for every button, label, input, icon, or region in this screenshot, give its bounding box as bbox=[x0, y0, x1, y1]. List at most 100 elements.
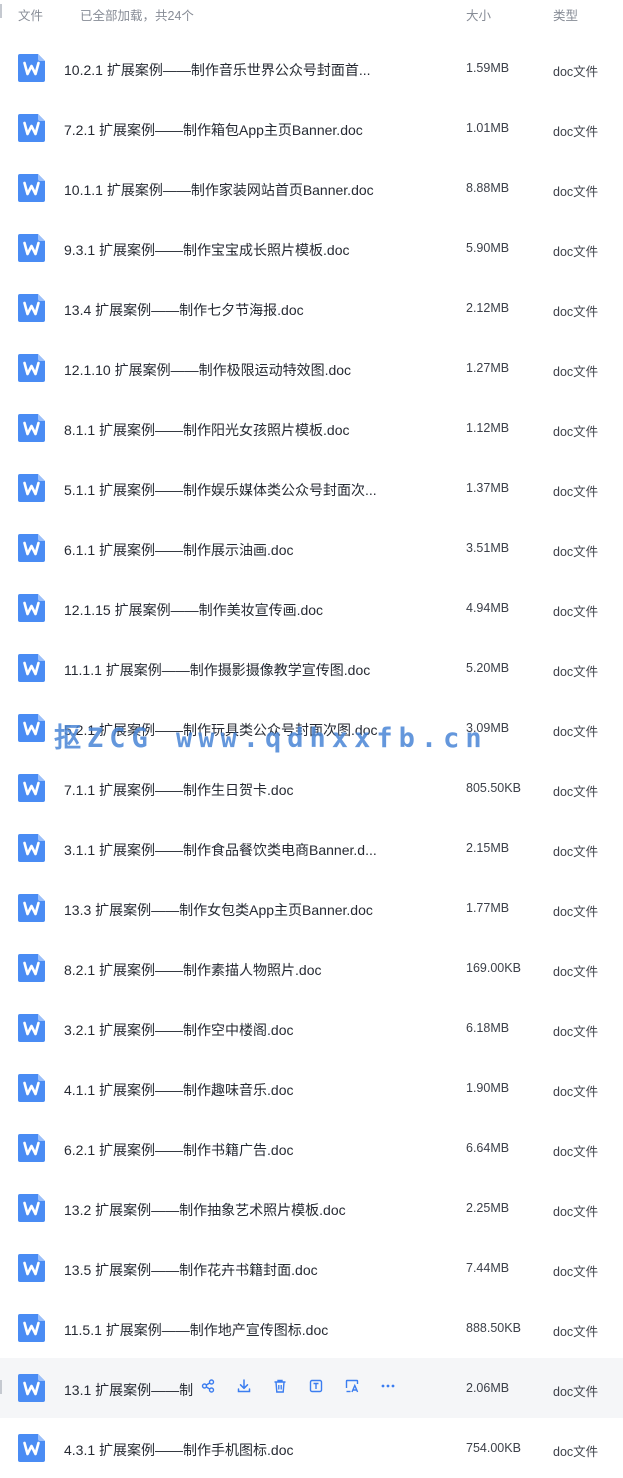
file-size: 1.77MB bbox=[466, 901, 510, 915]
file-row[interactable]: 3.1.1 扩展案例——制作食品餐饮类电商Banner.d... 2.15MB do… bbox=[0, 818, 623, 878]
file-name[interactable]: 9.3.1 扩展案例——制作宝宝成长照片模板.doc bbox=[64, 240, 350, 260]
file-size: 888.50KB bbox=[466, 1321, 521, 1335]
file-name[interactable]: 8.2.1 扩展案例——制作素描人物照片.doc bbox=[64, 960, 322, 980]
file-size: 3.51MB bbox=[466, 541, 510, 555]
file-size: 6.64MB bbox=[466, 1141, 510, 1155]
file-type: doc文件 bbox=[553, 1445, 599, 1459]
file-name[interactable]: 5.1.1 扩展案例——制作娱乐媒体类公众号封面次... bbox=[64, 480, 377, 500]
file-row[interactable]: 8.1.1 扩展案例——制作阳光女孩照片模板.doc 1.12MB doc文件 bbox=[0, 398, 623, 458]
word-document-icon bbox=[18, 1134, 45, 1162]
more-icon[interactable] bbox=[380, 1378, 396, 1394]
file-list-header: 文件 已全部加载，共24个 大小 类型 bbox=[0, 0, 623, 26]
column-header-type[interactable]: 类型 bbox=[553, 5, 578, 24]
file-name[interactable]: 13.5 扩展案例——制作花卉书籍封面.doc bbox=[64, 1260, 318, 1280]
file-row[interactable]: 13.4 扩展案例——制作七夕节海报.doc 2.12MB doc文件 bbox=[0, 278, 623, 338]
word-document-icon bbox=[18, 714, 45, 742]
share-icon[interactable] bbox=[200, 1378, 216, 1394]
file-name[interactable]: 8.1.1 扩展案例——制作阳光女孩照片模板.doc bbox=[64, 420, 350, 440]
file-row[interactable]: 10.1.1 扩展案例——制作家装网站首页Banner.doc 8.88MB doc… bbox=[0, 158, 623, 218]
file-type: doc文件 bbox=[553, 1085, 599, 1099]
column-header-size[interactable]: 大小 bbox=[466, 5, 491, 24]
word-document-icon bbox=[18, 654, 45, 682]
file-row[interactable]: 6.1.1 扩展案例——制作展示油画.doc 3.51MB doc文件 bbox=[0, 518, 623, 578]
file-size: 805.50KB bbox=[466, 781, 521, 795]
word-document-icon bbox=[18, 294, 45, 322]
file-name[interactable]: 4.1.1 扩展案例——制作趣味音乐.doc bbox=[64, 1080, 294, 1100]
file-row[interactable]: 11.1.1 扩展案例——制作摄影摄像教学宣传图.doc 5.20MB doc文件 bbox=[0, 638, 623, 698]
file-type: doc文件 bbox=[553, 605, 599, 619]
file-name[interactable]: 13.1 扩展案例——制 bbox=[64, 1380, 193, 1400]
file-type: doc文件 bbox=[553, 1385, 599, 1399]
file-size: 5.20MB bbox=[466, 661, 510, 675]
file-row[interactable]: 6.2.1 扩展案例——制作书籍广告.doc 6.64MB doc文件 bbox=[0, 1118, 623, 1178]
file-name[interactable]: 7.1.1 扩展案例——制作生日贺卡.doc bbox=[64, 780, 294, 800]
file-type: doc文件 bbox=[553, 725, 599, 739]
file-name[interactable]: 13.3 扩展案例——制作女包类App主页Banner.doc bbox=[64, 900, 373, 920]
file-name[interactable]: 11.5.1 扩展案例——制作地产宣传图标.doc bbox=[64, 1320, 328, 1340]
file-row[interactable]: 12.1.10 扩展案例——制作极限运动特效图.doc 1.27MB doc文件 bbox=[0, 338, 623, 398]
word-document-icon bbox=[18, 414, 45, 442]
file-name[interactable]: 12.1.15 扩展案例——制作美妆宣传画.doc bbox=[64, 600, 323, 620]
file-row[interactable]: 12.1.15 扩展案例——制作美妆宣传画.doc 4.94MB doc文件 bbox=[0, 578, 623, 638]
file-type: doc文件 bbox=[553, 245, 599, 259]
word-document-icon bbox=[18, 594, 45, 622]
text-extract-icon[interactable] bbox=[308, 1378, 324, 1394]
file-row[interactable]: 10.2.1 扩展案例——制作音乐世界公众号封面首... 1.59MB doc文件 bbox=[0, 38, 623, 98]
file-size: 169.00KB bbox=[466, 961, 521, 975]
file-row[interactable]: 13.2 扩展案例——制作抽象艺术照片模板.doc 2.25MB doc文件 bbox=[0, 1178, 623, 1238]
word-document-icon bbox=[18, 1254, 45, 1282]
file-size: 754.00KB bbox=[466, 1441, 521, 1455]
file-row[interactable]: 7.2.1 扩展案例——制作箱包App主页Banner.doc 1.01MB doc… bbox=[0, 98, 623, 158]
file-row[interactable]: 13.1 扩展案例——制 2.06MB doc文件 bbox=[0, 1358, 623, 1418]
file-row[interactable]: 13.3 扩展案例——制作女包类App主页Banner.doc 1.77MB doc… bbox=[0, 878, 623, 938]
file-type: doc文件 bbox=[553, 545, 599, 559]
file-name[interactable]: 11.1.1 扩展案例——制作摄影摄像教学宣传图.doc bbox=[64, 660, 370, 680]
selection-edge-marker bbox=[0, 4, 2, 18]
delete-icon[interactable] bbox=[272, 1378, 288, 1394]
word-document-icon bbox=[18, 834, 45, 862]
file-name[interactable]: 10.2.1 扩展案例——制作音乐世界公众号封面首... bbox=[64, 60, 370, 80]
file-row[interactable]: 8.2.1 扩展案例——制作素描人物照片.doc 169.00KB doc文件 bbox=[0, 938, 623, 998]
file-type: doc文件 bbox=[553, 965, 599, 979]
file-size: 4.94MB bbox=[466, 601, 510, 615]
word-document-icon bbox=[18, 474, 45, 502]
selection-edge-marker bbox=[0, 1380, 2, 1394]
word-document-icon bbox=[18, 1434, 45, 1462]
word-document-icon bbox=[18, 1014, 45, 1042]
image-text-icon[interactable] bbox=[344, 1378, 360, 1394]
file-row[interactable]: 7.1.1 扩展案例——制作生日贺卡.doc 805.50KB doc文件 bbox=[0, 758, 623, 818]
file-name[interactable]: 3.2.1 扩展案例——制作空中楼阁.doc bbox=[64, 1020, 294, 1040]
file-size: 2.15MB bbox=[466, 841, 510, 855]
file-type: doc文件 bbox=[553, 785, 599, 799]
file-row[interactable]: 9.3.1 扩展案例——制作宝宝成长照片模板.doc 5.90MB doc文件 bbox=[0, 218, 623, 278]
file-size: 5.90MB bbox=[466, 241, 510, 255]
word-document-icon bbox=[18, 954, 45, 982]
file-size: 1.12MB bbox=[466, 421, 510, 435]
file-row[interactable]: 13.5 扩展案例——制作花卉书籍封面.doc 7.44MB doc文件 bbox=[0, 1238, 623, 1298]
file-name[interactable]: 12.1.10 扩展案例——制作极限运动特效图.doc bbox=[64, 360, 351, 380]
file-size: 1.01MB bbox=[466, 121, 510, 135]
file-row[interactable]: 5.1.1 扩展案例——制作娱乐媒体类公众号封面次... 1.37MB doc文件 bbox=[0, 458, 623, 518]
file-size: 2.06MB bbox=[466, 1381, 510, 1395]
word-document-icon bbox=[18, 1314, 45, 1342]
file-name[interactable]: 4.3.1 扩展案例——制作手机图标.doc bbox=[64, 1440, 294, 1460]
file-name[interactable]: 13.2 扩展案例——制作抽象艺术照片模板.doc bbox=[64, 1200, 346, 1220]
file-name[interactable]: 3.1.1 扩展案例——制作食品餐饮类电商Banner.d... bbox=[64, 840, 377, 860]
file-name[interactable]: 7.2.1 扩展案例——制作箱包App主页Banner.doc bbox=[64, 120, 363, 140]
file-name[interactable]: 6.1.1 扩展案例——制作展示油画.doc bbox=[64, 540, 294, 560]
file-type: doc文件 bbox=[553, 125, 599, 139]
file-type: doc文件 bbox=[553, 1265, 599, 1279]
file-row[interactable]: 4.1.1 扩展案例——制作趣味音乐.doc 1.90MB doc文件 bbox=[0, 1058, 623, 1118]
file-name[interactable]: 10.1.1 扩展案例——制作家装网站首页Banner.doc bbox=[64, 180, 374, 200]
file-row[interactable]: 4.3.1 扩展案例——制作手机图标.doc 754.00KB doc文件 bbox=[0, 1418, 623, 1478]
file-name[interactable]: 6.2.1 扩展案例——制作书籍广告.doc bbox=[64, 1140, 294, 1160]
file-row[interactable]: 3.2.1 扩展案例——制作空中楼阁.doc 6.18MB doc文件 bbox=[0, 998, 623, 1058]
file-type: doc文件 bbox=[553, 1325, 599, 1339]
file-name[interactable]: 13.4 扩展案例——制作七夕节海报.doc bbox=[64, 300, 304, 320]
file-row[interactable]: 11.5.1 扩展案例——制作地产宣传图标.doc 888.50KB doc文件 bbox=[0, 1298, 623, 1358]
file-type: doc文件 bbox=[553, 665, 599, 679]
word-document-icon bbox=[18, 354, 45, 382]
column-header-file[interactable]: 文件 bbox=[18, 5, 43, 24]
file-type: doc文件 bbox=[553, 485, 599, 499]
download-icon[interactable] bbox=[236, 1378, 252, 1394]
